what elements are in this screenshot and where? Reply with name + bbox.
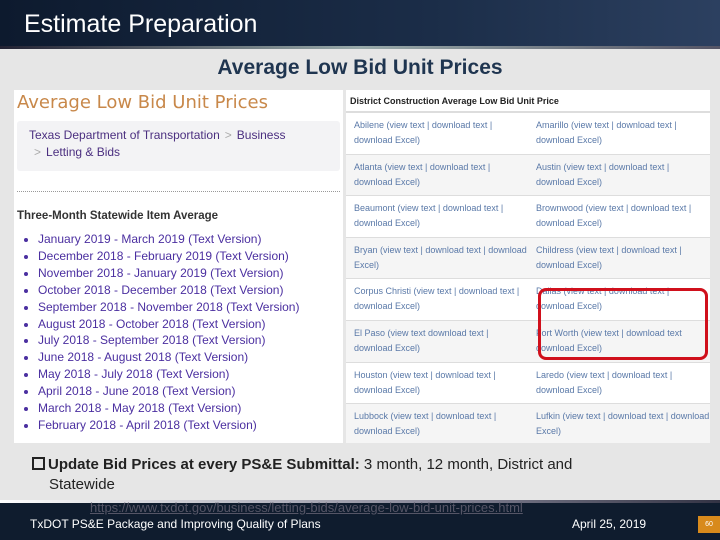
district-row: Bryan (view text | download text | downl… (346, 238, 710, 280)
footer-date: April 25, 2019 (572, 517, 647, 531)
district-name[interactable]: Bryan (354, 245, 378, 255)
district-name[interactable]: Houston (354, 370, 388, 380)
district-cell[interactable]: Atlanta (view text | download text | dow… (346, 160, 528, 196)
footer-title: TxDOT PS&E Package and Improving Quality… (30, 517, 321, 531)
checkbox-bullet-icon (32, 457, 45, 470)
period-link[interactable]: September 2018 - November 2018 (Text Ver… (24, 299, 343, 316)
district-row: Abilene (view text | download text | dow… (346, 113, 710, 155)
district-cell[interactable]: Amarillo (view text | download text | do… (528, 118, 710, 154)
period-link[interactable]: November 2018 - January 2019 (Text Versi… (24, 265, 343, 282)
district-cell[interactable]: Lufkin (view text | download text | down… (528, 409, 710, 443)
district-cell[interactable]: Childress (view text | download text | d… (528, 243, 710, 279)
period-link[interactable]: August 2018 - October 2018 (Text Version… (24, 316, 343, 333)
source-link[interactable]: https://www.txdot.gov/business/letting-b… (90, 500, 523, 515)
page-number: 60 (698, 516, 720, 533)
chevron-right-icon: > (34, 145, 42, 159)
period-list: January 2019 - March 2019 (Text Version)… (24, 231, 343, 434)
breadcrumb: Texas Department of Transportation > Busin… (17, 121, 340, 171)
district-links[interactable]: (view text | download text | download Ex… (536, 411, 709, 436)
bullet-continuation: Statewide (49, 476, 115, 493)
district-name[interactable]: Beaumont (354, 203, 395, 213)
chevron-right-icon: > (224, 128, 232, 142)
district-name[interactable]: Lubbock (354, 411, 388, 421)
district-name[interactable]: Abilene (354, 120, 384, 130)
divider (17, 191, 340, 192)
period-link[interactable]: April 2018 - June 2018 (Text Version) (24, 383, 343, 400)
screenshot-district: District Construction Average Low Bid Un… (346, 90, 710, 443)
district-cell[interactable]: Abilene (view text | download text | dow… (346, 118, 528, 154)
breadcrumb-txdot[interactable]: Texas Department of Transportation (29, 128, 220, 142)
slide-subtitle: Average Low Bid Unit Prices (217, 56, 503, 79)
district-links[interactable]: (view text | download text | download Ex… (354, 245, 527, 270)
breadcrumb-business[interactable]: Business (237, 128, 286, 142)
screenshot-statewide: Average Low Bid Unit Prices Texas Depart… (14, 90, 343, 443)
district-name[interactable]: Childress (536, 245, 574, 255)
district-cell[interactable]: Bryan (view text | download text | downl… (346, 243, 528, 279)
district-name[interactable]: Corpus Christi (354, 286, 411, 296)
district-name[interactable]: Brownwood (536, 203, 583, 213)
period-link[interactable]: July 2018 - September 2018 (Text Version… (24, 332, 343, 349)
period-link[interactable]: October 2018 - December 2018 (Text Versi… (24, 282, 343, 299)
bullet-bold: Update Bid Prices at every PS&E Submitta… (48, 456, 360, 473)
period-link[interactable]: June 2018 - August 2018 (Text Version) (24, 349, 343, 366)
district-cell[interactable]: Laredo (view text | download text | down… (528, 368, 710, 404)
district-name[interactable]: Amarillo (536, 120, 569, 130)
section-title: Three-Month Statewide Item Average (17, 210, 219, 222)
district-cell[interactable]: Lubbock (view text | download text | dow… (346, 409, 528, 443)
district-row: Lubbock (view text | download text | dow… (346, 404, 710, 443)
bullet-text: 3 month, 12 month, District and (359, 456, 573, 473)
period-link[interactable]: May 2018 - July 2018 (Text Version) (24, 366, 343, 383)
district-name[interactable]: Laredo (536, 370, 564, 380)
district-name[interactable]: Austin (536, 162, 561, 172)
district-table-title: District Construction Average Low Bid Un… (346, 90, 710, 113)
district-row: Houston (view text | download text | dow… (346, 362, 710, 405)
page-heading: Average Low Bid Unit Prices (17, 92, 268, 113)
slide-header: Estimate Preparation (0, 0, 720, 48)
district-cell[interactable]: Corpus Christi (view text | download tex… (346, 284, 528, 320)
period-link[interactable]: February 2018 - April 2018 (Text Version… (24, 417, 343, 434)
district-name[interactable]: Lufkin (536, 411, 560, 421)
district-row: Beaumont (view text | download text | do… (346, 196, 710, 238)
period-link[interactable]: March 2018 - May 2018 (Text Version) (24, 400, 343, 417)
bullet-point: Update Bid Prices at every PS&E Submitta… (32, 456, 672, 473)
district-cell[interactable]: Houston (view text | download text | dow… (346, 368, 528, 404)
header-divider (0, 46, 720, 49)
period-link[interactable]: January 2019 - March 2019 (Text Version) (24, 231, 343, 248)
highlight-box (538, 288, 708, 360)
district-cell[interactable]: Austin (view text | download text | down… (528, 160, 710, 196)
district-cell[interactable]: El Paso (view text download text | downl… (346, 326, 528, 362)
period-link[interactable]: December 2018 - February 2019 (Text Vers… (24, 248, 343, 265)
district-cell[interactable]: Brownwood (view text | download text | d… (528, 201, 710, 237)
slide-title: Estimate Preparation (24, 10, 258, 38)
district-row: Atlanta (view text | download text | dow… (346, 155, 710, 197)
breadcrumb-letting[interactable]: Letting & Bids (46, 145, 120, 159)
district-name[interactable]: El Paso (354, 328, 385, 338)
district-name[interactable]: Atlanta (354, 162, 382, 172)
district-cell[interactable]: Beaumont (view text | download text | do… (346, 201, 528, 237)
